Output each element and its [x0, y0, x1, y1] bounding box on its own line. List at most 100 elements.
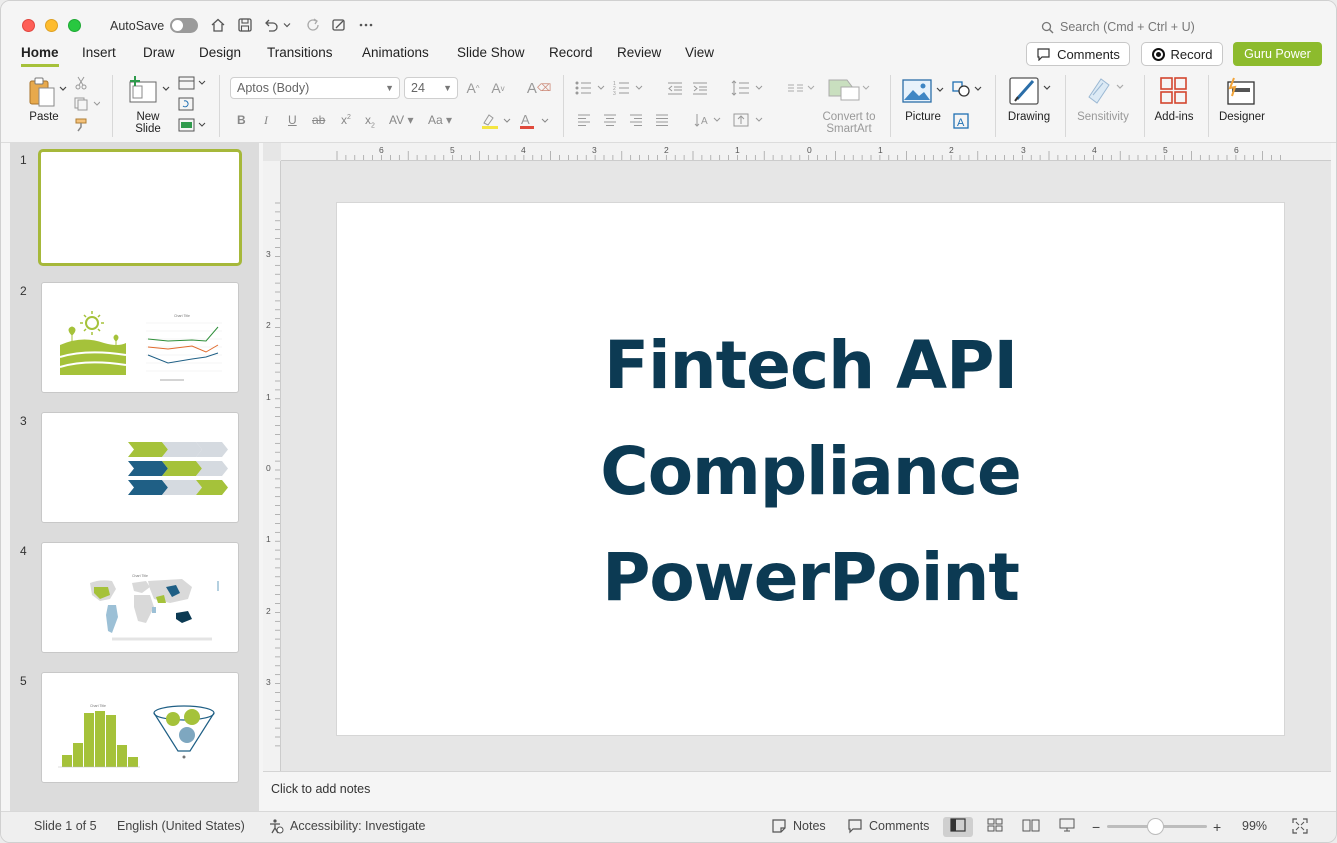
zoom-level[interactable]: 99%	[1242, 819, 1267, 833]
horizontal-ruler[interactable]: 6 5 4 3 2 1 0 1 2 3 4 5 6	[281, 143, 1331, 161]
tab-animations[interactable]: Animations	[362, 45, 429, 64]
decrease-font-icon[interactable]: Av	[490, 79, 506, 97]
copy-icon[interactable]	[73, 96, 101, 112]
tab-home[interactable]: Home	[21, 45, 59, 67]
increase-indent-icon[interactable]	[691, 79, 709, 97]
tab-draw[interactable]: Draw	[143, 45, 175, 64]
paste-icon[interactable]	[25, 75, 59, 109]
autosave-toggle[interactable]	[170, 18, 198, 33]
comments-button[interactable]: Comments	[1026, 42, 1130, 66]
guru-power-button[interactable]: Guru Power	[1233, 42, 1322, 66]
format-painter-icon[interactable]	[73, 117, 89, 133]
sensitivity-icon[interactable]	[1083, 75, 1127, 105]
underline-icon[interactable]: U	[288, 113, 297, 127]
tab-design[interactable]: Design	[199, 45, 241, 64]
highlight-icon[interactable]	[479, 111, 513, 131]
text-box-icon[interactable]: A	[951, 111, 971, 131]
character-spacing-icon[interactable]: AV ▾	[389, 113, 413, 127]
slide-thumbnail-1[interactable]	[38, 149, 242, 266]
tab-transitions[interactable]: Transitions	[267, 45, 333, 64]
reading-view-icon[interactable]	[1022, 818, 1040, 835]
bold-icon[interactable]: B	[237, 113, 246, 127]
smartart-icon[interactable]	[827, 75, 871, 103]
align-right-icon[interactable]	[627, 111, 645, 129]
slideshow-view-icon[interactable]	[1059, 818, 1075, 835]
slide-editor[interactable]: 6 5 4 3 2 1 0 1 2 3 4 5 6 3 2 1 0 1 2 3	[263, 143, 1331, 771]
notes-toggle[interactable]: Notes	[793, 819, 826, 833]
thumbnail-farm-chart-graphic: Chart Title	[59, 311, 222, 381]
subscript-icon[interactable]: x2	[365, 113, 375, 129]
layout-icon[interactable]	[177, 75, 207, 91]
section-icon[interactable]	[177, 117, 207, 133]
clear-formatting-icon[interactable]: A ⌫	[527, 79, 551, 97]
slide-thumbnail-3[interactable]	[41, 412, 239, 523]
zoom-in-button[interactable]: +	[1213, 819, 1221, 835]
notes-icon[interactable]	[771, 818, 787, 837]
undo-icon[interactable]	[261, 15, 281, 35]
record-button[interactable]: Record	[1141, 42, 1223, 66]
designer-label: Designer	[1218, 111, 1266, 123]
text-direction-icon[interactable]: A	[694, 111, 724, 129]
comment-icon[interactable]	[847, 818, 863, 837]
undo-dropdown-icon[interactable]	[281, 15, 293, 35]
cut-icon[interactable]	[73, 75, 89, 91]
zoom-out-button[interactable]: −	[1092, 819, 1100, 835]
designer-icon[interactable]	[1223, 75, 1259, 107]
tab-insert[interactable]: Insert	[82, 45, 116, 64]
picture-icon[interactable]	[901, 77, 947, 105]
reset-icon[interactable]	[177, 96, 195, 112]
home-icon[interactable]	[208, 15, 228, 35]
strikethrough-icon[interactable]: ab	[312, 113, 325, 127]
font-size-dropdown[interactable]: 24 ▼	[404, 77, 458, 99]
close-window-button[interactable]	[22, 19, 35, 32]
zoom-slider-knob[interactable]	[1147, 818, 1164, 835]
customize-icon[interactable]	[329, 15, 349, 35]
new-slide-icon[interactable]	[127, 75, 159, 105]
superscript-icon[interactable]: x2	[341, 113, 351, 127]
current-slide[interactable]: Fintech API Compliance PowerPoint	[337, 203, 1284, 735]
justify-icon[interactable]	[653, 111, 671, 129]
slide-title[interactable]: Fintech API Compliance PowerPoint	[337, 313, 1284, 631]
numbering-icon[interactable]: 123	[613, 79, 645, 97]
slide-thumbnail-4[interactable]: Chart Title	[41, 542, 239, 653]
comments-toggle[interactable]: Comments	[869, 819, 929, 833]
align-text-icon[interactable]	[732, 111, 766, 129]
slide-thumbnail-5[interactable]: Chart Title	[41, 672, 239, 783]
decrease-indent-icon[interactable]	[666, 79, 684, 97]
slide-thumbnails-pane[interactable]: 1 2 Chart Title 3 4 Chart Title 5 Chart …	[10, 143, 259, 811]
vertical-ruler[interactable]: 3 2 1 0 1 2 3	[263, 161, 281, 771]
new-slide-dropdown-icon[interactable]	[161, 84, 171, 94]
shapes-icon[interactable]	[951, 79, 983, 99]
accessibility-icon[interactable]	[268, 818, 284, 837]
slide-sorter-icon[interactable]	[987, 818, 1003, 835]
more-icon[interactable]	[356, 15, 376, 35]
zoom-window-button[interactable]	[68, 19, 81, 32]
line-spacing-icon[interactable]	[731, 79, 765, 97]
save-icon[interactable]	[235, 15, 255, 35]
language-status[interactable]: English (United States)	[117, 819, 245, 833]
tab-record[interactable]: Record	[549, 45, 593, 64]
increase-font-icon[interactable]: A ^	[465, 79, 481, 97]
bullets-icon[interactable]	[575, 79, 607, 97]
tab-review[interactable]: Review	[617, 45, 661, 64]
paste-dropdown-icon[interactable]	[59, 84, 67, 94]
ribbon-tabs: Home Insert Draw Design Transitions Anim…	[1, 43, 1336, 69]
drawing-icon[interactable]	[1007, 75, 1053, 107]
align-left-icon[interactable]	[575, 111, 593, 129]
font-name-dropdown[interactable]: Aptos (Body) ▼	[230, 77, 400, 99]
add-ins-icon[interactable]	[1158, 75, 1190, 107]
accessibility-status[interactable]: Accessibility: Investigate	[290, 819, 425, 833]
columns-icon[interactable]	[787, 79, 817, 97]
italic-icon[interactable]: I	[264, 113, 268, 128]
change-case-icon[interactable]: Aa ▾	[428, 113, 452, 127]
align-center-icon[interactable]	[601, 111, 619, 129]
tab-view[interactable]: View	[685, 45, 714, 64]
notes-pane[interactable]: Click to add notes	[263, 771, 1331, 811]
fit-to-window-icon[interactable]	[1292, 818, 1308, 837]
redo-icon[interactable]	[303, 15, 323, 35]
minimize-window-button[interactable]	[45, 19, 58, 32]
slide-thumbnail-2[interactable]: Chart Title	[41, 282, 239, 393]
tab-slide-show[interactable]: Slide Show	[457, 45, 525, 64]
font-color-icon[interactable]: A	[517, 111, 551, 131]
search-field[interactable]: Search (Cmd + Ctrl + U)	[1041, 17, 1241, 37]
